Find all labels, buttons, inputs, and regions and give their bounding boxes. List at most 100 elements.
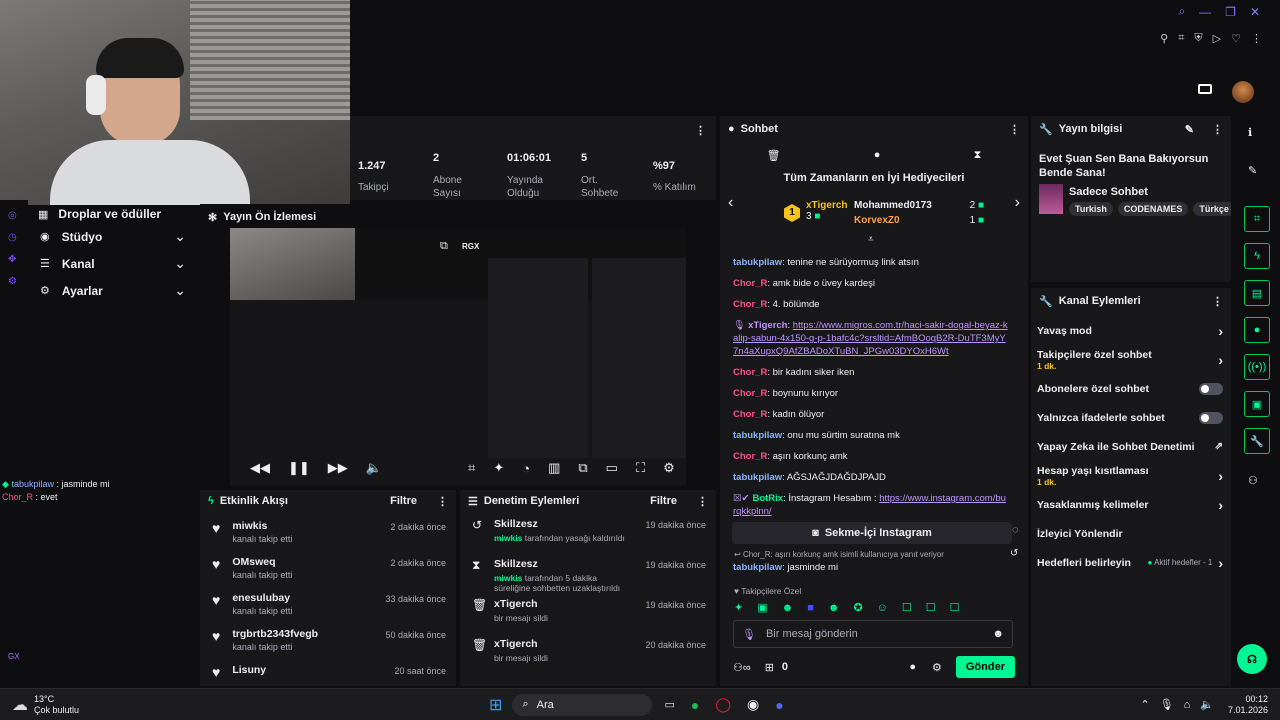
activity-item[interactable]: ♥ trgbrtb2343fvegb kanalı takip etti 50 dak… — [212, 628, 446, 664]
chat-user[interactable]: Chor_R — [733, 299, 767, 310]
activity-item[interactable]: ♥ OMsweq kanalı takip etti 2 dakika önce — [212, 556, 446, 592]
help-icon[interactable]: ☊ — [1237, 644, 1267, 674]
chat-user[interactable]: Chor_R — [733, 388, 767, 399]
spotify-icon[interactable]: ● — [691, 697, 699, 713]
chat-user[interactable]: xTigerch — [748, 320, 787, 331]
tag[interactable]: Türkçe — [1193, 202, 1231, 216]
volume-icon[interactable]: 🔈 — [366, 460, 382, 476]
restore-icon[interactable]: ❐ — [1225, 5, 1236, 19]
chat-settings-bubble-icon[interactable]: ● — [909, 661, 916, 673]
chat-user[interactable]: Chor_R — [733, 367, 767, 378]
channel-action-item[interactable]: Hedefleri belirleyin ● Aktif hedefler - 1… — [1037, 548, 1223, 577]
more-icon[interactable]: ⋮ — [437, 495, 448, 508]
rewind-icon[interactable]: ◀◀ — [250, 460, 270, 476]
channel-action-item[interactable]: Hesap yaşı kısıtlaması 1 dk. › — [1037, 461, 1223, 490]
search-icon[interactable]: ⌕ — [1178, 4, 1185, 19]
tray-chevron-icon[interactable]: ⌃ — [1140, 698, 1149, 711]
clock-icon[interactable]: ◷ — [8, 227, 17, 249]
card-quick-icon[interactable]: ▣ — [1244, 391, 1270, 417]
edit-icon[interactable]: ✎ — [1185, 123, 1194, 136]
gifters-next-icon[interactable]: › — [1015, 194, 1020, 212]
gear-icon[interactable]: ⚙ — [932, 661, 942, 674]
speed-icon[interactable]: ◔ — [522, 461, 530, 476]
emote-icon[interactable]: ■ — [807, 602, 814, 614]
tag[interactable]: CODENAMES — [1117, 202, 1189, 216]
wrench-quick-icon[interactable]: 🔧 — [1244, 428, 1270, 454]
emote-icon[interactable]: ☐ — [926, 601, 936, 614]
pencil-icon[interactable]: ✎ — [1248, 164, 1257, 177]
mod-item[interactable]: 🗑 xTigerch bir mesajı sildi 20 dakika önce — [472, 638, 706, 678]
mod-filter-button[interactable]: Filtre — [650, 495, 677, 507]
trash-icon[interactable]: 🗑 — [767, 149, 781, 162]
sidebar-item-drops[interactable]: ▦ Droplar ve ödüller — [28, 205, 200, 223]
mod-item[interactable]: ⧗ Skillzesz miwkis tarafından 5 dakika sür… — [472, 558, 706, 598]
close-icon[interactable]: ✕ — [1250, 5, 1260, 19]
channel-action-item[interactable]: Abonelere özel sohbet — [1037, 374, 1223, 403]
sidebar-item-channel[interactable]: ☰ Kanal ⌄ — [28, 250, 200, 277]
clip-quick-icon[interactable]: ⌗ — [1244, 206, 1270, 232]
pause-icon[interactable]: ❚❚ — [288, 460, 310, 476]
activity-item[interactable]: ♥ Lisuny 20 saat önce — [212, 664, 446, 686]
avatar[interactable] — [1232, 81, 1254, 103]
volume-icon[interactable]: 🔈 — [1200, 698, 1214, 711]
chat-input[interactable]: 🎙 Bir mesaj gönderin ☻ — [733, 620, 1013, 648]
preview-video[interactable]: ⧉ RGX ◀◀ ❚❚ ▶▶ 🔈 ⌗ ✦ ◔ ▥ ⧉ ▭ ⛶ ⚙ — [230, 228, 686, 486]
steam-icon[interactable]: ◉ — [747, 696, 759, 713]
doc-quick-icon[interactable]: ▤ — [1244, 280, 1270, 306]
chat-user[interactable]: BotRix — [752, 493, 783, 504]
share-icon[interactable]: ⚇ — [1248, 474, 1258, 487]
broadcast-quick-icon[interactable]: ((•)) — [1244, 354, 1270, 380]
collapse-icon[interactable]: ⩡ — [868, 234, 874, 245]
play-icon[interactable]: ▷ — [1213, 32, 1221, 45]
emote-icon[interactable]: ☐ — [902, 601, 912, 614]
clock[interactable]: 00:12 7.01.2026 — [1228, 694, 1268, 716]
emote-icon[interactable]: ▣ — [757, 601, 767, 614]
toggle-switch[interactable] — [1199, 382, 1223, 395]
popout-icon[interactable]: ⧉ — [440, 240, 448, 253]
emoji-icon[interactable]: ☻ — [992, 628, 1004, 640]
drops-icon[interactable] — [1198, 84, 1212, 94]
crop-icon[interactable]: ⌗ — [1178, 32, 1184, 45]
stats-more-icon[interactable]: ⋮ — [695, 124, 706, 137]
bolt-quick-icon[interactable]: ϟ — [1244, 243, 1270, 269]
taskbar-search[interactable]: ⌕ Ara — [512, 693, 653, 716]
channel-action-item[interactable]: Yapay Zeka ile Sohbet Denetimi ⇗ — [1037, 432, 1223, 461]
more-icon[interactable]: ⋮ — [697, 495, 708, 508]
chat-user[interactable]: Chor_R — [733, 451, 767, 462]
info-icon[interactable]: ℹ — [1248, 126, 1252, 139]
windows-start-icon[interactable]: ⊞ — [489, 695, 502, 715]
more-icon[interactable]: ⋮ — [1212, 123, 1223, 136]
opera-icon[interactable]: ◯ — [715, 696, 731, 713]
minimize-icon[interactable]: — — [1199, 5, 1211, 19]
channel-action-item[interactable]: İzleyici Yönlendir — [1037, 519, 1223, 548]
dashboard-icon[interactable]: ◎ — [8, 205, 17, 227]
emote-icon[interactable]: ☻ — [828, 602, 840, 614]
chat-user[interactable]: Chor_R — [733, 409, 767, 420]
sidebar-item-settings[interactable]: ⚙ Ayarlar ⌄ — [28, 277, 200, 304]
pip-icon[interactable]: ⧉ — [578, 460, 587, 476]
clip-icon[interactable]: ⌗ — [468, 460, 475, 476]
toggle-switch[interactable] — [1199, 411, 1223, 424]
emote-icon[interactable]: ✪ — [853, 601, 862, 614]
files-icon[interactable]: ▭ — [664, 698, 674, 711]
discord-icon[interactable]: ● — [775, 697, 783, 713]
activity-filter-button[interactable]: Filtre — [390, 495, 417, 507]
mod-item[interactable]: ↺ Skillzesz miwkis tarafından yasağı kaldı… — [472, 518, 706, 558]
more-icon[interactable]: ⋮ — [1212, 295, 1223, 308]
settings-icon[interactable]: ⚙ — [663, 460, 675, 476]
forward-icon[interactable]: ▶▶ — [328, 460, 348, 476]
activity-item[interactable]: ♥ enesulubay kanalı takip etti 33 dakika ön… — [212, 592, 446, 628]
category-name[interactable]: Sadece Sohbet — [1069, 186, 1148, 198]
more-icon[interactable]: ⋮ — [1009, 123, 1020, 136]
mod-item[interactable]: 🗑 xTigerch bir mesajı sildi 19 dakika önce — [472, 598, 706, 638]
chat-quick-icon[interactable]: ● — [1244, 317, 1270, 343]
settings-icon[interactable]: ⚙ — [8, 271, 17, 293]
mic-icon[interactable]: 🎙 — [742, 628, 756, 641]
chat-bubble-icon[interactable]: ● — [874, 149, 881, 161]
activity-item[interactable]: ♥ miwkis kanalı takip etti 2 dakika önce — [212, 520, 446, 556]
channel-action-item[interactable]: Yavaş mod › — [1037, 316, 1223, 345]
puzzle-icon[interactable]: ✥ — [8, 249, 17, 271]
sekme-instagram-button[interactable]: ◙ Sekme-İçi Instagram — [732, 522, 1012, 544]
weather[interactable]: 13°C Çok bulutlu — [34, 694, 79, 716]
more-icon[interactable]: ⋮ — [1251, 32, 1262, 45]
